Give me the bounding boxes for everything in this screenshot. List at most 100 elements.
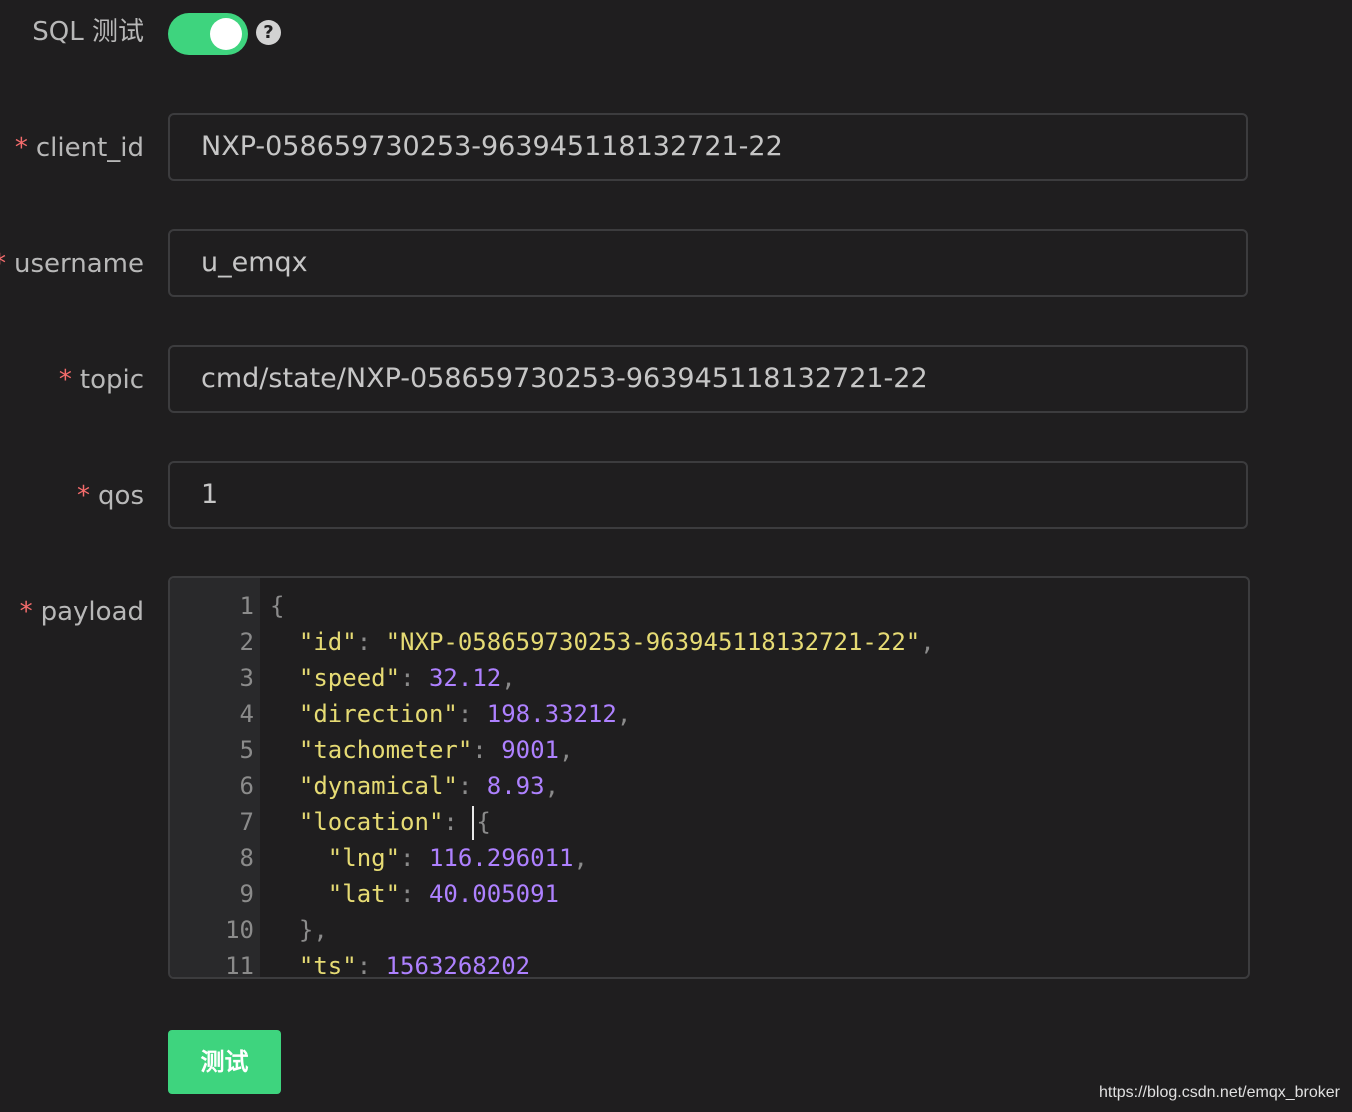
code-token: "dynamical" [298,772,458,800]
code-token: , [544,772,560,800]
code-lines: 1{2 "id": "NXP-058659730253-963945118132… [170,588,1248,979]
sql-test-form: SQL 测试 ? * client_id NXP-058659730253-963… [0,0,1352,1112]
payload-label-text: payload [40,597,144,627]
line-number: 7 [239,808,254,836]
topic-input[interactable]: cmd/state/NXP-058659730253-9639451181327… [168,345,1248,413]
line-number: 10 [225,916,254,944]
code-text: "tachometer": 9001, [270,732,574,768]
code-token: "NXP-058659730253-963945118132721-22" [385,628,921,656]
code-token: 116.296011 [428,844,574,872]
code-text: "speed": 32.12, [270,660,516,696]
code-token: 8.93 [486,772,545,800]
line-number: 3 [239,664,254,692]
code-text: "dynamical": 8.93, [270,768,559,804]
code-token: 32.12 [428,664,502,692]
line-number: 5 [239,736,254,764]
code-token: 198.33212 [486,700,617,728]
line-number: 1 [239,592,254,620]
qos-label: * qos [77,478,144,514]
code-line: 1{ [170,588,1248,624]
code-text: { [270,588,284,624]
help-icon[interactable]: ? [256,20,281,45]
code-token: : [457,772,487,800]
test-button[interactable]: 测试 [168,1030,281,1094]
code-token: { [476,808,491,836]
code-text: "lat": 40.005091 [270,876,559,912]
code-token: 1563268202 [385,952,531,979]
line-number: 9 [239,880,254,908]
code-line: 9 "lat": 40.005091 [170,876,1248,912]
required-mark: * [77,481,91,511]
code-token: , [616,700,632,728]
code-token: "speed" [298,664,401,692]
code-text: "location": { [270,804,491,840]
code-token: : [457,700,487,728]
username-input[interactable]: u_emqx [168,229,1248,297]
line-number: 6 [239,772,254,800]
code-line: 3 "speed": 32.12, [170,660,1248,696]
code-token: , [920,628,935,656]
qos-label-text: qos [98,481,144,511]
code-token: 9001 [501,736,559,764]
code-text: }, [270,912,328,948]
code-line: 6 "dynamical": 8.93, [170,768,1248,804]
code-token: : [356,628,386,656]
code-text: "lng": 116.296011, [270,840,588,876]
payload-label: * payload [20,594,144,630]
code-token: "id" [298,628,357,656]
code-token: , [573,844,588,872]
code-token: "ts" [298,952,357,979]
code-line: 10 }, [170,912,1248,948]
topic-label-text: topic [79,365,144,395]
line-number: 4 [239,700,254,728]
code-token: : [443,808,473,836]
code-token: "lng" [327,844,401,872]
code-token: "tachometer" [298,736,473,764]
code-token: 40.005091 [428,880,559,908]
code-token: : [400,664,429,692]
code-text: "ts": 1563268202 [270,948,531,979]
code-token: "direction" [298,700,458,728]
code-line: 4 "direction": 198.33212, [170,696,1248,732]
client-id-input[interactable]: NXP-058659730253-963945118132721-22 [168,113,1248,181]
code-line: 5 "tachometer": 9001, [170,732,1248,768]
sql-test-label: SQL 测试 [32,17,144,47]
code-text: "direction": 198.33212, [270,696,631,732]
line-number: 2 [239,628,254,656]
line-number: 8 [239,844,254,872]
required-mark: * [58,365,72,395]
code-token: : [400,880,429,908]
code-token: : [400,844,429,872]
required-mark: * [14,133,28,163]
sql-test-toggle[interactable] [168,13,248,55]
code-line: 2 "id": "NXP-058659730253-96394511813272… [170,624,1248,660]
toggle-knob [210,18,242,50]
required-mark: * [0,249,6,279]
payload-code-editor[interactable]: 1{2 "id": "NXP-058659730253-963945118132… [168,576,1250,979]
text-cursor [472,806,475,840]
code-token: , [559,736,574,764]
code-text: "id": "NXP-058659730253-963945118132721-… [270,624,935,660]
code-token: : [356,952,386,979]
code-line: 11 "ts": 1563268202 [170,948,1248,979]
code-token: : [472,736,502,764]
line-number: 11 [225,952,254,979]
code-line: 7 "location": { [170,804,1248,840]
watermark-text: https://blog.csdn.net/emqx_broker [1098,1084,1340,1101]
topic-label: * topic [59,362,144,398]
required-mark: * [19,597,33,627]
username-label-text: username [14,249,144,279]
code-token: , [501,664,516,692]
qos-input[interactable]: 1 [168,461,1248,529]
code-token: "location" [298,808,444,836]
